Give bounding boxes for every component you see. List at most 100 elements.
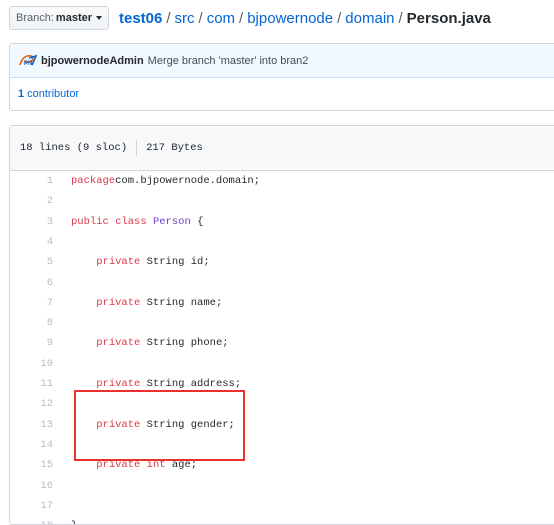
line-source: private String address;	[71, 378, 241, 390]
file-info-header: 18 lines (9 sloc) 217 Bytes	[10, 126, 554, 171]
code-class-name: Person	[152, 215, 191, 228]
breadcrumb-repo-link[interactable]: test06	[119, 10, 162, 27]
breadcrumb-file-name: Person.java	[406, 9, 491, 27]
line-number[interactable]: 5	[10, 256, 53, 268]
code-keyword: int	[146, 459, 166, 472]
code-keyword: private	[96, 459, 141, 472]
code-line: 4	[10, 232, 71, 252]
breadcrumb-separator: /	[398, 9, 403, 27]
code-text: {	[190, 215, 204, 228]
breadcrumb-link-domain[interactable]: domain	[345, 10, 394, 27]
line-source: packagecom.bjpowernode.domain;	[71, 175, 260, 187]
line-number[interactable]: 8	[10, 317, 53, 329]
contributor-count: 1	[18, 88, 25, 100]
code-line: 14	[10, 435, 71, 455]
file-line-count: 18 lines (9 sloc)	[20, 142, 128, 154]
line-number[interactable]: 10	[10, 358, 53, 370]
line-source: private String gender;	[71, 419, 235, 431]
file-size: 217 Bytes	[146, 142, 203, 154]
code-line: 8	[10, 313, 71, 333]
code-keyword: private	[96, 337, 141, 350]
branch-value: master	[55, 12, 92, 24]
line-number[interactable]: 9	[10, 337, 53, 349]
line-number[interactable]: 15	[10, 459, 53, 471]
line-number[interactable]: 16	[10, 480, 53, 492]
line-number[interactable]: 11	[10, 378, 53, 390]
code-line: 15 private int age;	[10, 455, 197, 475]
commit-message-link[interactable]: Merge branch 'master' into bran2	[148, 55, 309, 67]
line-number[interactable]: 18	[10, 520, 53, 524]
line-source: private String id;	[71, 256, 210, 269]
line-number[interactable]: 4	[10, 236, 53, 248]
code-text: String gender;	[140, 418, 235, 431]
avatar-logo-icon: PN	[19, 54, 38, 67]
file-info-divider	[136, 140, 138, 156]
commit-author-link[interactable]: bjpowernodeAdmin	[41, 55, 144, 67]
code-keyword: public	[71, 215, 109, 228]
code-keyword: private	[96, 256, 141, 269]
branch-label: Branch:	[16, 12, 54, 24]
line-source: private String phone;	[71, 337, 229, 350]
avatar[interactable]: PN	[18, 54, 38, 67]
breadcrumb-link-com[interactable]: com	[207, 10, 235, 27]
branch-select-button[interactable]: Branch: master	[9, 6, 109, 30]
svg-text:PN: PN	[24, 61, 32, 67]
line-source: }	[71, 520, 77, 524]
line-number[interactable]: 6	[10, 277, 53, 289]
code-line: 1 packagecom.bjpowernode.domain;	[10, 171, 260, 191]
code-line: 18}	[10, 516, 77, 524]
code-text: String name;	[140, 296, 223, 309]
code-line: 16	[10, 476, 71, 496]
line-number[interactable]: 7	[10, 297, 53, 309]
code-line: 3 public class Person {	[10, 212, 204, 232]
code-text: String address;	[140, 378, 242, 390]
code-line: 17	[10, 496, 71, 516]
code-text: String id;	[140, 256, 210, 269]
contributor-label: contributor	[27, 88, 80, 100]
breadcrumb-separator: /	[337, 9, 342, 27]
code-keyword: private	[96, 418, 141, 431]
breadcrumb-separator: /	[166, 9, 171, 27]
line-number[interactable]: 12	[10, 398, 53, 410]
line-number[interactable]: 13	[10, 419, 53, 431]
commit-tease-box: PN bjpowernodeAdmin Merge branch 'master…	[9, 43, 554, 111]
line-source: public class Person {	[71, 216, 203, 228]
code-keyword: package	[71, 175, 116, 187]
contributors-row[interactable]: 1 contributor	[10, 78, 554, 110]
line-number[interactable]: 2	[10, 195, 53, 207]
breadcrumb-separator: /	[198, 9, 203, 27]
breadcrumb-link-src[interactable]: src	[175, 10, 195, 27]
line-number[interactable]: 17	[10, 500, 53, 512]
breadcrumb-separator: /	[239, 9, 244, 27]
code-text: String phone;	[140, 337, 229, 350]
line-number[interactable]: 14	[10, 439, 53, 451]
code-text: age;	[165, 459, 198, 472]
line-source: private String name;	[71, 297, 222, 309]
code-keyword: private	[96, 296, 141, 309]
code-line: 6	[10, 273, 71, 293]
code-line: 13 private String gender;	[10, 415, 235, 435]
line-source: private int age;	[71, 459, 197, 471]
line-number[interactable]: 3	[10, 216, 53, 228]
file-navigation: Branch: master test06/src / com / bjpowernod…	[9, 6, 491, 30]
line-number[interactable]: 1	[10, 175, 53, 187]
code-line: 11 private String address;	[10, 374, 241, 394]
code-keyword: class	[115, 215, 147, 228]
file-viewer: 18 lines (9 sloc) 217 Bytes 1 packagecom.…	[9, 125, 554, 525]
code-line: 5 private String id;	[10, 252, 210, 272]
breadcrumb: test06/src / com / bjpowernode / domain / Person…	[119, 10, 491, 27]
code-text: }	[71, 520, 77, 524]
code-line: 2	[10, 191, 71, 211]
caret-down-icon	[96, 16, 102, 20]
breadcrumb-link-bjpowernode[interactable]: bjpowernode	[247, 10, 333, 27]
code-line: 7 private String name;	[10, 293, 223, 313]
code-line: 12	[10, 394, 71, 414]
code-line: 9 private String phone;	[10, 333, 229, 353]
code-keyword: private	[96, 378, 141, 390]
code-text: com.bjpowernode.domain;	[115, 175, 261, 187]
latest-commit-row: PN bjpowernodeAdmin Merge branch 'master…	[10, 44, 554, 78]
